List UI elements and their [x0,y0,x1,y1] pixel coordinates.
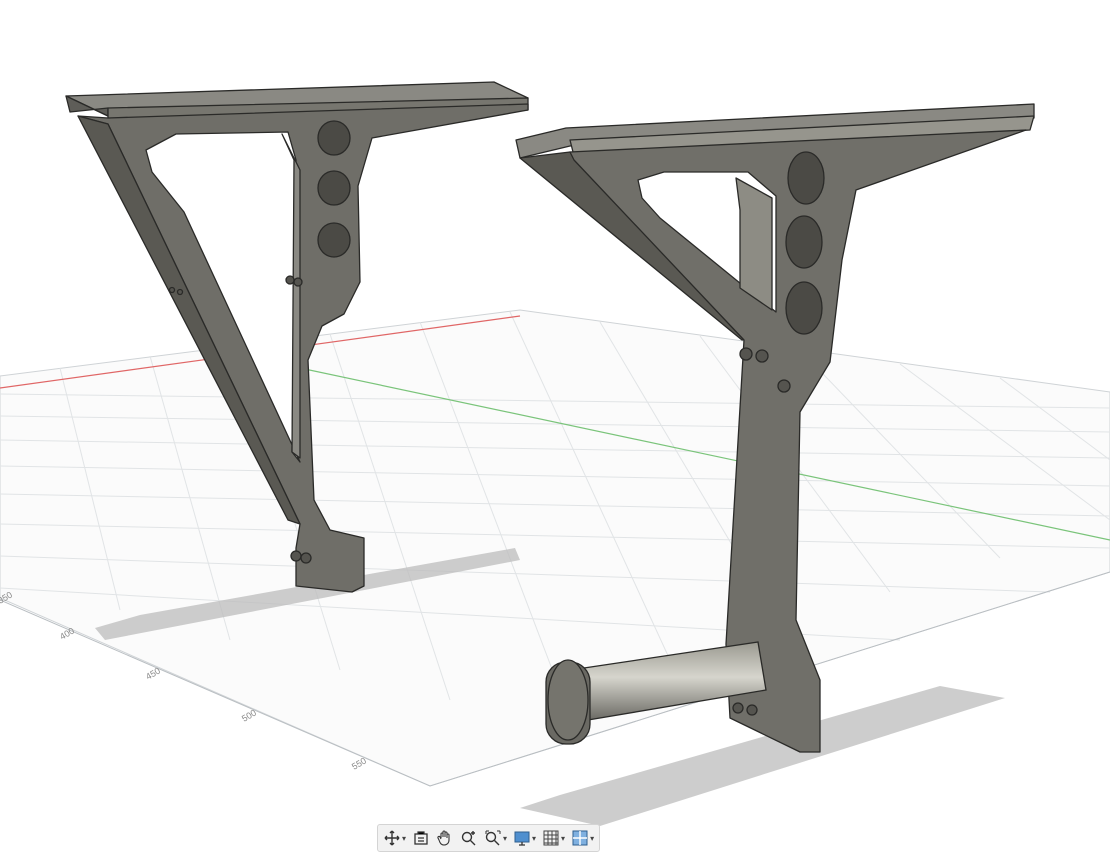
orbit-icon [384,830,400,846]
look-at-button[interactable] [410,827,432,849]
navigation-toolbar: ▾ ▾ ▾ ▾ ▾ [377,824,601,852]
look-at-icon [414,831,428,845]
grid-settings-button[interactable]: ▾ [540,827,567,849]
fit-icon [485,830,501,846]
pan-button[interactable] [434,827,456,849]
fit-button[interactable]: ▾ [482,827,509,849]
display-settings-icon [514,831,530,846]
viewports-button[interactable]: ▾ [569,827,596,849]
pan-icon [437,830,450,846]
viewports-icon [572,830,588,846]
display-settings-button[interactable]: ▾ [511,827,538,849]
zoom-icon [461,831,476,846]
chevron-down-icon[interactable]: ▾ [561,834,565,843]
3d-viewport[interactable]: 350 400 450 500 550 [0,0,1110,856]
chevron-down-icon[interactable]: ▾ [402,834,406,843]
chevron-down-icon[interactable]: ▾ [590,834,594,843]
viewport-canvas[interactable]: 350 400 450 500 550 [0,0,1110,856]
zoom-button[interactable] [458,827,480,849]
orbit-button[interactable]: ▾ [381,827,408,849]
chevron-down-icon[interactable]: ▾ [503,834,507,843]
grid-settings-icon [543,830,559,846]
chevron-down-icon[interactable]: ▾ [532,834,536,843]
